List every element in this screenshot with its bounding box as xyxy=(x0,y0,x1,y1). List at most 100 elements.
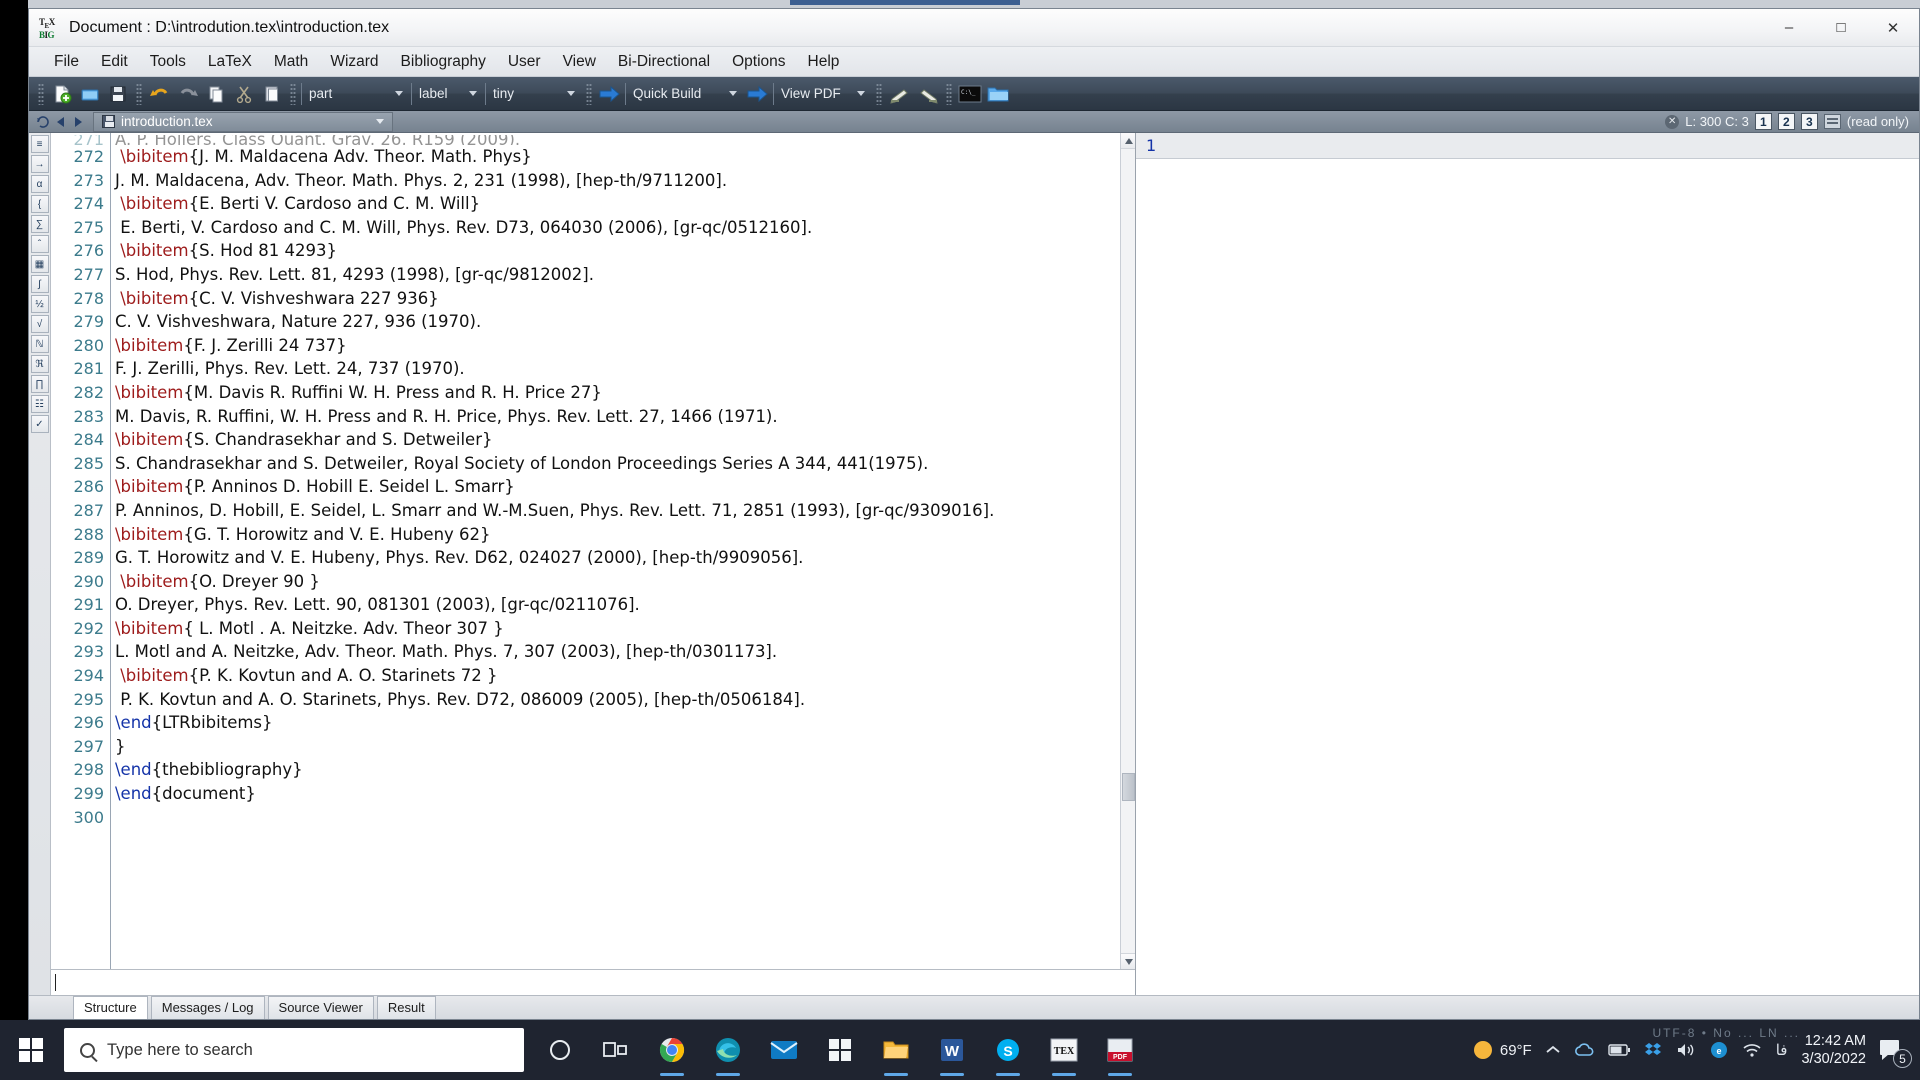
code-line[interactable]: \bibitem{G. T. Horowitz and V. E. Hubeny… xyxy=(115,523,1135,547)
texmaker-icon[interactable]: TEX xyxy=(1038,1022,1090,1078)
code-line[interactable]: L. Motl and A. Neitzke, Adv. Theor. Math… xyxy=(115,640,1135,664)
code-line[interactable]: C. V. Vishveshwara, Nature 227, 936 (197… xyxy=(115,310,1135,334)
code-line[interactable]: G. T. Horowitz and V. E. Hubeny, Phys. R… xyxy=(115,546,1135,570)
toolbar-grip-5[interactable] xyxy=(876,82,882,105)
show-hidden-icons-chevron[interactable] xyxy=(1546,1045,1560,1055)
onedrive-icon[interactable] xyxy=(1574,1043,1594,1057)
menu-item-help[interactable]: Help xyxy=(797,50,851,74)
code-line[interactable]: S. Hod, Phys. Rev. Lett. 81, 4293 (1998)… xyxy=(115,263,1135,287)
code-line[interactable]: F. J. Zerilli, Phys. Rev. Lett. 24, 737 … xyxy=(115,357,1135,381)
code-line[interactable]: \bibitem{P. Anninos D. Hobill E. Seidel … xyxy=(115,475,1135,499)
rail-bbold-icon[interactable]: ℕ xyxy=(30,335,49,353)
open-folder-icon[interactable] xyxy=(985,81,1011,107)
code-line[interactable]: J. M. Maldacena, Adv. Theor. Math. Phys.… xyxy=(115,169,1135,193)
run-quick-build-icon[interactable] xyxy=(597,81,623,107)
code-line[interactable]: \end{thebibliography} xyxy=(115,758,1135,782)
combo-size[interactable]: tiny xyxy=(485,82,581,105)
mode-button-1[interactable]: 1 xyxy=(1754,113,1772,130)
code-line[interactable]: P. Anninos, D. Hobill, E. Seidel, L. Sma… xyxy=(115,499,1135,523)
view-pdf-combo[interactable]: View PDF xyxy=(773,82,871,105)
rail-fraction-icon[interactable]: ½ xyxy=(30,295,49,313)
paste-icon[interactable] xyxy=(259,81,285,107)
nav-back-icon[interactable] xyxy=(51,113,69,131)
code-line[interactable]: } xyxy=(115,735,1135,759)
language-indicator[interactable]: فا xyxy=(1776,1041,1788,1059)
menu-item-user[interactable]: User xyxy=(497,50,552,74)
weather-widget[interactable]: 69°F xyxy=(1473,1041,1532,1059)
doc-refresh-icon[interactable] xyxy=(33,113,51,131)
tab-messages-log[interactable]: Messages / Log xyxy=(150,996,265,1019)
code-line[interactable]: \bibitem{F. J. Zerilli 24 737} xyxy=(115,334,1135,358)
quick-build-combo[interactable]: Quick Build xyxy=(625,82,743,105)
scrollbar-thumb[interactable] xyxy=(1122,773,1135,801)
save-file-icon[interactable] xyxy=(105,81,131,107)
code-text-area[interactable]: A. P. Hollers, Class Quant. Grav. 26, R1… xyxy=(111,133,1135,969)
menu-item-view[interactable]: View xyxy=(552,50,607,74)
rail-greek-icon[interactable]: α xyxy=(30,175,49,193)
code-line[interactable]: P. K. Kovtun and A. O. Starinets, Phys. … xyxy=(115,688,1135,712)
tab-source-viewer[interactable]: Source Viewer xyxy=(267,996,374,1019)
code-line[interactable]: S. Chandrasekhar and S. Detweiler, Royal… xyxy=(115,452,1135,476)
antivirus-icon[interactable]: e xyxy=(1710,1041,1728,1059)
menu-item-edit[interactable]: Edit xyxy=(90,50,139,74)
forward-search-icon[interactable] xyxy=(915,81,941,107)
rail-root-icon[interactable]: √ xyxy=(30,315,49,333)
code-line[interactable]: \bibitem{P. K. Kovtun and A. O. Starinet… xyxy=(115,664,1135,688)
edge-icon[interactable] xyxy=(702,1022,754,1078)
view-pdf-run-icon[interactable] xyxy=(745,81,771,107)
combo-part[interactable]: part xyxy=(301,82,409,105)
redo-icon[interactable] xyxy=(175,81,201,107)
mode-button-2[interactable]: 2 xyxy=(1777,113,1795,130)
menu-item-wizard[interactable]: Wizard xyxy=(319,50,389,74)
nav-forward-icon[interactable] xyxy=(69,113,87,131)
code-line[interactable]: M. Davis, R. Ruffini, W. H. Press and R.… xyxy=(115,405,1135,429)
scroll-up-icon[interactable] xyxy=(1121,133,1135,149)
rail-accents-icon[interactable]: ̂ xyxy=(30,235,49,253)
code-line[interactable]: \bibitem{M. Davis R. Ruffini W. H. Press… xyxy=(115,381,1135,405)
editor-find-input[interactable] xyxy=(51,969,1135,995)
toolbar-grip-4[interactable] xyxy=(586,82,592,105)
rail-check-icon[interactable]: ✓ xyxy=(30,415,49,433)
pdf-reader-icon[interactable]: PDF xyxy=(1094,1022,1146,1078)
code-line[interactable] xyxy=(115,806,1135,830)
console-icon[interactable]: C:\_ xyxy=(957,81,983,107)
menu-item-bibliography[interactable]: Bibliography xyxy=(390,50,497,74)
menu-item-options[interactable]: Options xyxy=(721,50,796,74)
cortana-icon[interactable] xyxy=(534,1022,586,1078)
volume-icon[interactable] xyxy=(1676,1042,1696,1058)
code-line[interactable]: \bibitem{ L. Motl . A. Neitzke. Adv. The… xyxy=(115,617,1135,641)
chevron-down-icon[interactable] xyxy=(376,119,384,124)
menu-item-latex[interactable]: LaTeX xyxy=(197,50,263,74)
rail-relation-symbols-icon[interactable]: ≡ xyxy=(30,135,49,153)
battery-icon[interactable] xyxy=(1608,1044,1630,1056)
clock-widget[interactable]: 12:42 AM 3/30/2022 xyxy=(1801,1032,1866,1068)
rail-table-icon[interactable]: ☷ xyxy=(30,395,49,413)
mail-icon[interactable] xyxy=(758,1022,810,1078)
maximize-button[interactable]: □ xyxy=(1815,9,1867,47)
chrome-icon[interactable] xyxy=(646,1022,698,1078)
task-view-icon[interactable] xyxy=(590,1022,642,1078)
editor-vertical-scrollbar[interactable] xyxy=(1120,133,1135,969)
code-line[interactable]: E. Berti, V. Cardoso and C. M. Will, Phy… xyxy=(115,216,1135,240)
code-line[interactable]: \bibitem{S. Hod 81 4293} xyxy=(115,239,1135,263)
rail-delimiters-icon[interactable]: { xyxy=(30,195,49,213)
code-line[interactable]: \end{document} xyxy=(115,782,1135,806)
start-button[interactable] xyxy=(0,1020,62,1080)
rail-script-icon[interactable]: ℜ xyxy=(30,355,49,373)
tab-structure[interactable]: Structure xyxy=(73,996,148,1019)
rail-sum-icon[interactable]: ∏ xyxy=(30,375,49,393)
scroll-down-icon[interactable] xyxy=(1121,953,1135,969)
menu-item-tools[interactable]: Tools xyxy=(139,50,197,74)
tab-result[interactable]: Result xyxy=(376,996,436,1019)
skype-icon[interactable]: S xyxy=(982,1022,1034,1078)
copy-icon[interactable] xyxy=(203,81,229,107)
rail-matrix-icon[interactable]: ▦ xyxy=(30,255,49,273)
toolbar-grip[interactable] xyxy=(38,82,44,105)
document-tab-introduction-tex[interactable]: introduction.tex xyxy=(93,111,393,132)
menu-item-bidirectional[interactable]: Bi-Directional xyxy=(607,50,721,74)
menu-item-file[interactable]: File xyxy=(43,50,90,74)
combo-label[interactable]: label xyxy=(411,82,483,105)
viewer-canvas[interactable] xyxy=(1136,159,1919,995)
search-input[interactable]: Type here to search xyxy=(64,1028,524,1072)
store-icon[interactable] xyxy=(814,1022,866,1078)
